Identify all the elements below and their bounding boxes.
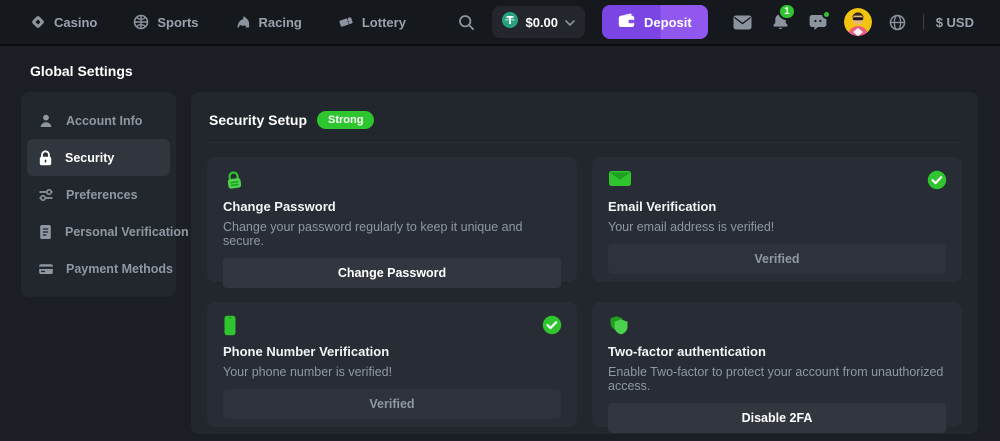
change-password-card: Change Password Change your password reg… — [207, 157, 577, 282]
sidebar-item-label: Payment Methods — [66, 262, 173, 276]
disable-2fa-button[interactable]: Disable 2FA — [608, 403, 946, 433]
notification-badge: 1 — [778, 3, 796, 20]
sidebar-item-payment-methods[interactable]: Payment Methods — [27, 250, 170, 287]
deposit-label: Deposit — [644, 15, 692, 30]
sidebar-item-label: Account Info — [66, 114, 142, 128]
nav-item-racing[interactable]: Racing — [235, 14, 302, 30]
envelope-icon — [608, 170, 946, 190]
card-title: Change Password — [223, 199, 561, 214]
card-title: Two-factor authentication — [608, 344, 946, 359]
security-strength-badge: Strong — [317, 111, 374, 129]
sidebar-item-label: Security — [65, 151, 114, 165]
settings-sidebar: Account Info Security Preferences Person… — [21, 92, 176, 297]
chevron-down-icon — [565, 13, 575, 31]
lock-icon — [38, 150, 53, 166]
casino-icon — [30, 14, 46, 30]
currency-selector[interactable]: $ USD — [936, 15, 974, 30]
nav-label: Racing — [259, 15, 302, 30]
preferences-icon — [38, 187, 54, 203]
card-description: Your email address is verified! — [608, 220, 946, 234]
card-description: Enable Two-factor to protect your accoun… — [608, 365, 946, 393]
verified-check-icon — [542, 315, 562, 340]
card-title: Email Verification — [608, 199, 946, 214]
main-nav: Casino Sports Racing Lottery — [30, 14, 406, 30]
nav-label: Casino — [54, 15, 97, 30]
verified-check-icon — [927, 170, 947, 195]
double-shield-icon — [608, 315, 946, 335]
card-icon — [38, 261, 54, 277]
globe-icon[interactable] — [889, 14, 906, 31]
nav-label: Sports — [157, 15, 198, 30]
nav-item-casino[interactable]: Casino — [30, 14, 97, 30]
email-verified-button[interactable]: Verified — [608, 244, 946, 274]
page-title: Global Settings — [30, 63, 978, 79]
chat-icon[interactable] — [809, 14, 827, 31]
topbar-right: $0.00 Deposit 1 — [458, 5, 974, 39]
tether-coin-icon — [502, 12, 518, 33]
card-description: Your phone number is verified! — [223, 365, 561, 379]
nav-item-sports[interactable]: Sports — [133, 14, 198, 30]
deposit-button[interactable]: Deposit — [602, 5, 708, 39]
lottery-icon — [338, 14, 354, 30]
nav-item-lottery[interactable]: Lottery — [338, 14, 406, 30]
search-icon[interactable] — [458, 14, 475, 31]
balance-amount: $0.00 — [525, 15, 558, 30]
nav-label: Lottery — [362, 15, 406, 30]
settings-page: Global Settings Account Info Security Pr — [0, 63, 1000, 434]
phone-verification-card: Phone Number Verification Your phone num… — [207, 302, 577, 427]
card-title: Phone Number Verification — [223, 344, 561, 359]
sidebar-item-security[interactable]: Security — [27, 139, 170, 176]
security-setup-panel: Security Setup Strong Change Password Ch… — [191, 92, 978, 434]
divider — [923, 14, 924, 30]
wallet-icon — [618, 13, 635, 31]
chat-online-dot — [822, 10, 831, 19]
sidebar-item-preferences[interactable]: Preferences — [27, 176, 170, 213]
change-password-button[interactable]: Change Password — [223, 258, 561, 288]
section-title: Security Setup — [209, 112, 307, 128]
user-icon — [38, 113, 54, 129]
card-description: Change your password regularly to keep i… — [223, 220, 561, 248]
sidebar-item-account-info[interactable]: Account Info — [27, 102, 170, 139]
document-icon — [38, 224, 53, 240]
email-verification-card: Email Verification Your email address is… — [592, 157, 962, 282]
sidebar-item-personal-verification[interactable]: Personal Verification — [27, 213, 170, 250]
topbar: Casino Sports Racing Lottery — [0, 0, 1000, 46]
phone-icon — [223, 315, 561, 335]
avatar[interactable] — [844, 8, 872, 36]
sidebar-item-label: Personal Verification — [65, 225, 189, 239]
security-setup-header: Security Setup Strong — [207, 105, 962, 143]
bell-icon[interactable]: 1 — [772, 13, 789, 31]
racing-icon — [235, 14, 251, 30]
sports-icon — [133, 14, 149, 30]
sidebar-item-label: Preferences — [66, 188, 138, 202]
currency-group: $ USD — [923, 14, 974, 30]
two-factor-card: Two-factor authentication Enable Two-fac… — [592, 302, 962, 427]
security-cards: Change Password Change your password reg… — [207, 157, 962, 427]
padlock-icon — [223, 170, 561, 190]
balance-selector[interactable]: $0.00 — [492, 6, 585, 38]
phone-verified-button[interactable]: Verified — [223, 389, 561, 419]
mail-icon[interactable] — [733, 15, 752, 30]
